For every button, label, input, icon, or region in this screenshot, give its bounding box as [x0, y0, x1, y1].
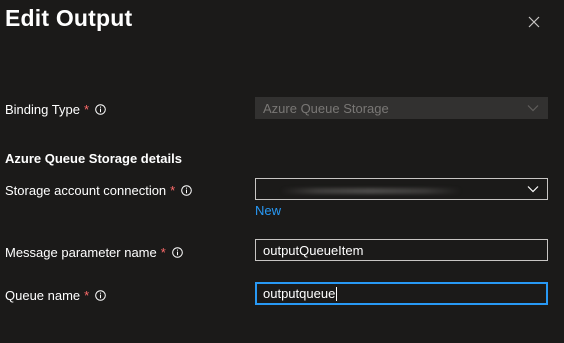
panel-title: Edit Output — [5, 5, 133, 31]
required-marker: * — [170, 183, 176, 198]
required-marker: * — [83, 102, 89, 117]
message-param-input[interactable]: outputQueueItem — [255, 239, 548, 261]
binding-type-value: Azure Queue Storage — [263, 100, 389, 116]
new-connection-link[interactable]: New — [255, 203, 281, 218]
text-caret — [336, 287, 338, 302]
chevron-down-icon — [526, 182, 540, 196]
chevron-down-icon — [526, 101, 540, 115]
close-icon — [528, 16, 540, 28]
storage-connection-label: Storage account connection — [5, 183, 167, 198]
binding-type-label: Binding Type — [5, 102, 80, 117]
queue-name-value: outputqueue — [263, 285, 336, 301]
edit-output-panel: Edit Output Binding Type * Azure Queue S… — [0, 0, 564, 343]
queue-name-label-group: Queue name * — [5, 288, 107, 303]
storage-connection-label-group: Storage account connection * — [5, 183, 193, 198]
queue-name-input[interactable]: outputqueue — [255, 282, 548, 305]
message-param-label: Message parameter name — [5, 245, 157, 260]
close-button[interactable] — [521, 9, 547, 35]
binding-type-label-group: Binding Type * — [5, 102, 106, 117]
info-icon[interactable] — [172, 247, 183, 258]
queue-name-value-wrap: outputqueue — [263, 286, 540, 302]
storage-connection-value — [263, 182, 526, 197]
redacted-value — [281, 187, 461, 194]
info-icon[interactable] — [181, 185, 193, 196]
queue-name-label: Queue name — [5, 288, 81, 303]
required-marker: * — [84, 288, 90, 303]
section-heading: Azure Queue Storage details — [5, 151, 182, 166]
storage-connection-select[interactable] — [255, 178, 548, 200]
message-param-value: outputQueueItem — [263, 242, 364, 258]
info-icon[interactable] — [95, 290, 107, 301]
required-marker: * — [160, 245, 166, 260]
binding-type-select: Azure Queue Storage — [255, 97, 548, 119]
message-param-label-group: Message parameter name * — [5, 245, 183, 260]
info-icon[interactable] — [95, 104, 106, 115]
